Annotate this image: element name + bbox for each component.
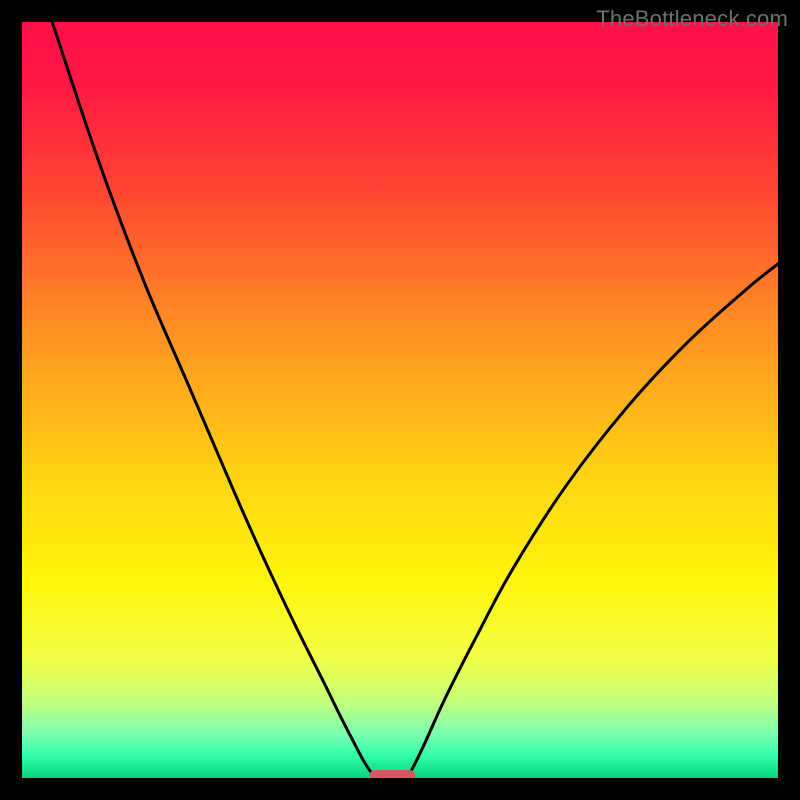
left-curve — [52, 22, 377, 778]
curves-layer — [22, 22, 778, 778]
right-curve — [408, 264, 778, 778]
chart-frame: TheBottleneck.com — [0, 0, 800, 800]
plot-area — [22, 22, 778, 778]
bottom-marker — [370, 770, 415, 778]
watermark-text: TheBottleneck.com — [596, 6, 788, 32]
